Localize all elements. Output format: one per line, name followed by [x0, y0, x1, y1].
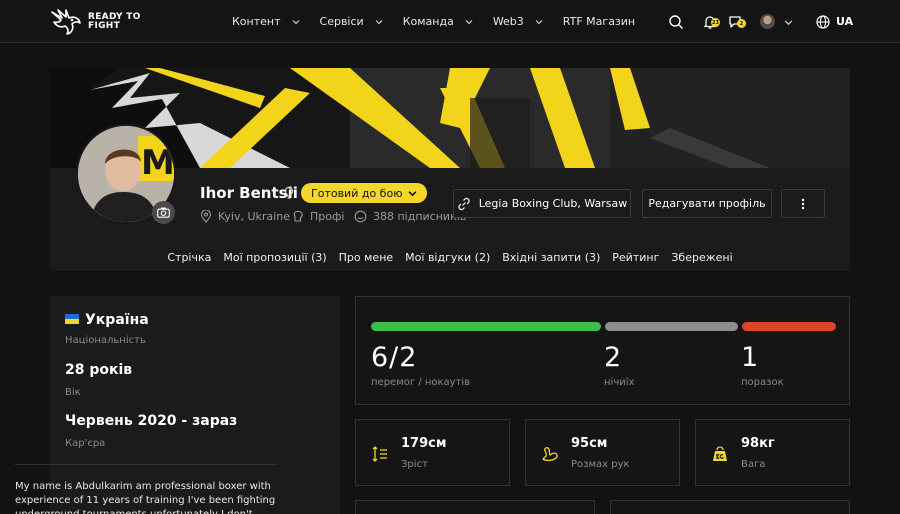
level-text: Профі [310, 210, 345, 223]
edit-profile-label: Редагувати профіль [648, 197, 766, 210]
fight-status-label: Готовий до бою [311, 186, 403, 200]
height-value: 179см [401, 436, 447, 451]
wins-value: 6/2 [371, 342, 418, 373]
edit-profile-button[interactable]: Редагувати профіль [642, 189, 772, 218]
chevron-down-icon [535, 19, 543, 24]
tab-my-offers[interactable]: Мої пропозиції (3) [223, 251, 326, 264]
weight-icon [713, 446, 727, 461]
tab-rating[interactable]: Рейтинг [612, 251, 659, 264]
globe-icon[interactable] [815, 14, 831, 30]
tab-feed[interactable]: Стрічка [167, 251, 211, 264]
smile-icon [354, 210, 367, 223]
lightbulb-icon [284, 186, 294, 199]
height-label: Зріст [401, 459, 428, 470]
losses-bar [742, 322, 836, 331]
profile-followers[interactable]: 388 підписників [354, 210, 466, 223]
more-vertical-icon [801, 198, 805, 209]
camera-icon [157, 207, 170, 218]
tab-incoming-requests[interactable]: Вхідні запити (3) [502, 251, 600, 264]
weight-value: 98кг [741, 436, 775, 451]
chevron-down-icon [465, 19, 473, 24]
arm-reach-icon [542, 447, 558, 462]
nationality-label: Національність [65, 335, 146, 346]
nav-item-label: Контент [232, 15, 281, 28]
location-text: Kyiv, Ukraine [218, 210, 290, 223]
weight-label: Вага [741, 459, 766, 470]
lower-card-left [355, 500, 595, 514]
draws-label: нічиїх [604, 377, 635, 388]
profile-tabs: Стрічка Мої пропозиції (3) Про мене Мої … [50, 243, 850, 271]
fight-record-panel: 6/2 перемог / нокаутів 2 нічиїх 1 поразо… [355, 296, 850, 405]
nav-item-content[interactable]: Контент [232, 15, 300, 28]
profile-location: Kyiv, Ukraine [200, 210, 290, 223]
site-logo[interactable]: READY TO FIGHT [50, 8, 141, 36]
draws-value: 2 [604, 342, 623, 373]
main-nav: Контент Сервіси Команда Web3 RTF Магазин [232, 0, 635, 43]
wins-bar [371, 322, 601, 331]
nav-item-shop[interactable]: RTF Магазин [563, 15, 635, 28]
wins-label: перемог / нокаутів [371, 377, 471, 388]
logo-text-line2: FIGHT [88, 21, 121, 31]
user-avatar[interactable] [760, 14, 775, 29]
club-button[interactable]: Legia Boxing Club, Warsaw [453, 189, 631, 218]
change-photo-button[interactable] [152, 201, 175, 224]
info-divider [15, 464, 275, 465]
country-text: Україна [85, 312, 149, 328]
losses-value: 1 [741, 342, 760, 373]
nav-item-label: RTF Магазин [562, 15, 636, 28]
nav-item-services[interactable]: Сервіси [320, 15, 383, 28]
age-value: 28 років [65, 362, 133, 378]
height-card: 179см Зріст [355, 419, 510, 486]
club-button-label: Legia Boxing Club, Warsaw [478, 197, 628, 210]
height-icon [372, 446, 387, 462]
profile-level: Профі [292, 210, 344, 223]
tab-my-reviews[interactable]: Мої відгуки (2) [405, 251, 490, 264]
notifications-badge: 23 [711, 18, 720, 27]
career-value: Червень 2020 - зараз [65, 413, 238, 429]
ukraine-flag-icon [65, 314, 79, 324]
reach-card: 95см Розмах рук [525, 419, 680, 486]
language-switcher[interactable]: UA [836, 15, 853, 28]
notifications-button[interactable]: 23 [702, 14, 720, 32]
location-pin-icon [200, 210, 212, 223]
nav-item-label: Команда [402, 15, 454, 28]
nav-item-web3[interactable]: Web3 [493, 15, 543, 28]
chevron-down-icon[interactable] [784, 18, 793, 27]
boxing-glove-icon [293, 210, 303, 222]
nav-item-label: Web3 [492, 15, 524, 28]
svg-text:M: M [141, 143, 175, 183]
search-icon[interactable] [668, 14, 684, 30]
nav-item-team[interactable]: Команда [403, 15, 473, 28]
chevron-down-icon [292, 19, 299, 24]
link-icon [458, 197, 470, 210]
fight-status-dropdown[interactable]: Готовий до бою [301, 183, 428, 203]
career-label: Кар'єра [65, 438, 106, 449]
tab-saved[interactable]: Збережені [671, 251, 732, 264]
messages-button[interactable]: 2 [728, 14, 746, 32]
tab-about-me[interactable]: Про мене [339, 251, 394, 264]
lower-card-right [610, 500, 850, 514]
age-label: Вік [65, 387, 81, 398]
logo-bird-icon [51, 9, 81, 35]
nav-item-label: Сервіси [319, 15, 364, 28]
bio-text: My name is Abdulkarim am professional bo… [15, 481, 276, 514]
top-navigation-bar: READY TO FIGHT Контент Сервіси Команда W… [0, 0, 900, 43]
chevron-down-icon [375, 19, 383, 24]
draws-bar [605, 322, 738, 331]
messages-badge: 2 [737, 19, 746, 28]
reach-value: 95см [571, 436, 608, 451]
nationality-value: Україна [65, 312, 149, 328]
reach-label: Розмах рук [571, 459, 630, 470]
losses-label: поразок [741, 377, 784, 388]
more-options-button[interactable] [781, 189, 825, 218]
chevron-down-icon [409, 190, 417, 196]
logo-wordmark: READY TO FIGHT [88, 13, 141, 31]
weight-card: 98кг Вага [695, 419, 850, 486]
